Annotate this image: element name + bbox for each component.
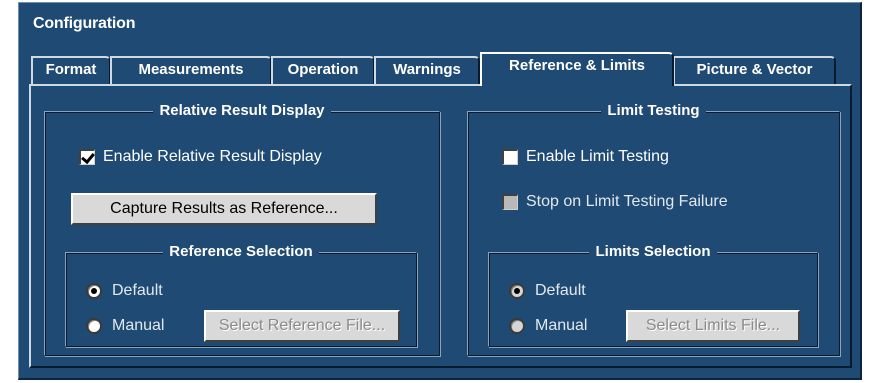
enable-limit-testing-label: Enable Limit Testing bbox=[526, 148, 669, 165]
tab-content-panel: Relative Result Display Enable Relative … bbox=[29, 84, 852, 368]
relative-result-display-group: Relative Result Display Enable Relative … bbox=[44, 102, 440, 356]
enable-limit-testing-checkbox[interactable] bbox=[502, 149, 518, 165]
limits-default-radio[interactable] bbox=[509, 283, 525, 299]
tab-measurements[interactable]: Measurements bbox=[110, 56, 272, 84]
tab-picture-vector[interactable]: Picture & Vector bbox=[673, 56, 836, 84]
limits-manual-label: Manual bbox=[535, 317, 588, 334]
enable-relative-result-display-row[interactable]: Enable Relative Result Display bbox=[79, 146, 322, 168]
limits-default-option[interactable]: Default bbox=[509, 280, 586, 302]
limit-testing-title: Limit Testing bbox=[601, 102, 706, 119]
stop-on-failure-row[interactable]: Stop on Limit Testing Failure bbox=[502, 191, 728, 213]
select-limits-file-button[interactable]: Select Limits File... bbox=[626, 310, 800, 342]
stop-on-limit-testing-failure-checkbox[interactable] bbox=[502, 194, 518, 210]
tab-reference-limits[interactable]: Reference & Limits bbox=[480, 52, 674, 86]
limits-selection-group: Limits Selection Default Manual Select L… bbox=[488, 243, 818, 347]
limits-default-label: Default bbox=[535, 282, 586, 299]
reference-default-label: Default bbox=[112, 282, 163, 299]
tab-warnings[interactable]: Warnings bbox=[374, 56, 480, 84]
limit-testing-group: Limit Testing Enable Limit Testing Stop … bbox=[467, 102, 840, 356]
configuration-window: Configuration Format Measurements Operat… bbox=[18, 2, 862, 380]
reference-selection-title: Reference Selection bbox=[163, 243, 319, 260]
enable-relative-result-display-label: Enable Relative Result Display bbox=[103, 148, 322, 165]
window-title: Configuration bbox=[33, 15, 136, 32]
capture-results-as-reference-button[interactable]: Capture Results as Reference... bbox=[71, 193, 377, 225]
reference-manual-label: Manual bbox=[112, 317, 165, 334]
reference-manual-option[interactable]: Manual bbox=[86, 315, 164, 337]
select-reference-file-button[interactable]: Select Reference File... bbox=[204, 310, 400, 342]
tab-format[interactable]: Format bbox=[31, 56, 111, 84]
limits-manual-radio[interactable] bbox=[509, 318, 525, 334]
reference-manual-radio[interactable] bbox=[86, 318, 102, 334]
reference-selection-group: Reference Selection Default Manual Selec… bbox=[65, 243, 417, 347]
relative-result-display-title: Relative Result Display bbox=[153, 102, 331, 119]
stop-on-limit-testing-failure-label: Stop on Limit Testing Failure bbox=[526, 193, 728, 210]
enable-relative-result-display-checkbox[interactable] bbox=[79, 149, 95, 165]
reference-default-radio[interactable] bbox=[86, 283, 102, 299]
limits-manual-option[interactable]: Manual bbox=[509, 315, 587, 337]
reference-default-option[interactable]: Default bbox=[86, 280, 163, 302]
limits-selection-title: Limits Selection bbox=[589, 243, 717, 260]
enable-limit-testing-row[interactable]: Enable Limit Testing bbox=[502, 146, 669, 168]
tab-operation[interactable]: Operation bbox=[271, 56, 375, 84]
